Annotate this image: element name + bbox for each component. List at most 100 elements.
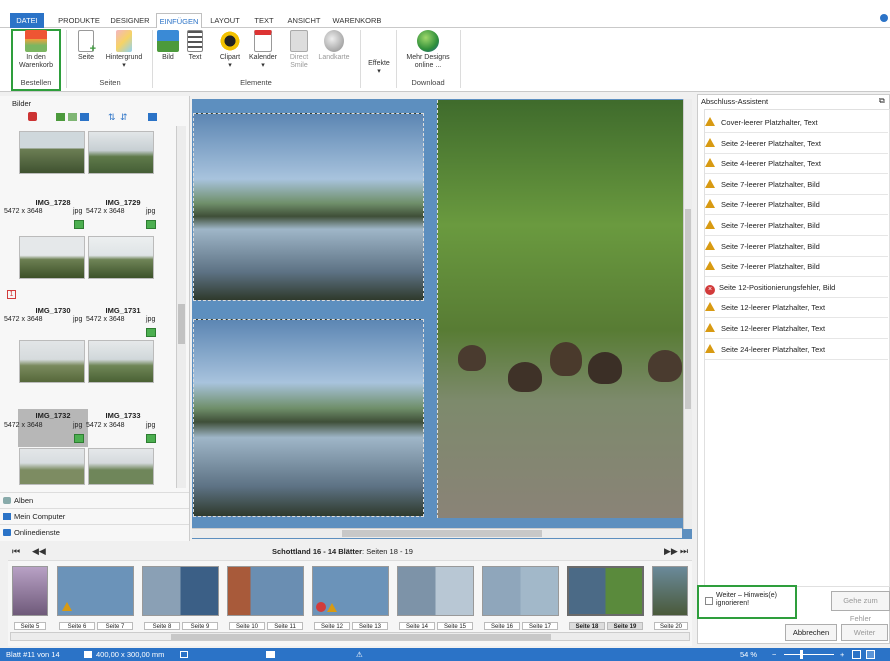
source-my-computer[interactable]: Mein Computer — [0, 508, 189, 524]
fit-page-icon[interactable] — [852, 650, 861, 659]
image-thumbnail[interactable] — [19, 448, 85, 485]
spread-thumbnail[interactable] — [482, 566, 559, 616]
display-icon[interactable] — [266, 651, 275, 658]
scrollbar-thumb[interactable] — [178, 304, 185, 344]
hint-item[interactable]: Seite 7-leerer Platzhalter, Bild — [705, 175, 888, 195]
thumbnail-scrollbar[interactable] — [176, 126, 186, 488]
spread-thumbnail[interactable] — [57, 566, 134, 616]
spread-thumbnail-active[interactable] — [567, 566, 644, 616]
calendar-button[interactable]: Kalender ▾ — [246, 30, 280, 70]
warning-icon — [705, 323, 715, 332]
hint-item[interactable]: Seite 24-leerer Platzhalter, Text — [705, 340, 888, 360]
hint-item[interactable]: Seite 7-leerer Platzhalter, Bild — [705, 195, 888, 216]
scrollbar-thumb[interactable] — [171, 634, 551, 640]
add-to-cart-button[interactable]: In den Warenkorb — [14, 30, 58, 70]
filmstrip-scrollbar[interactable] — [10, 632, 690, 641]
image-thumbnail[interactable] — [19, 236, 85, 279]
photo-frame-ducks[interactable] — [437, 100, 692, 518]
view-large-icon[interactable] — [56, 113, 65, 121]
zoom-slider-thumb[interactable] — [800, 650, 803, 659]
image-thumbnail[interactable] — [19, 131, 85, 174]
photo-frame-loch-top[interactable] — [193, 113, 424, 301]
insert-text-button[interactable]: Text — [182, 30, 208, 62]
image-thumbnail[interactable] — [88, 448, 154, 485]
group-view-icon[interactable] — [148, 113, 157, 121]
scrollbar-thumb[interactable] — [342, 530, 542, 537]
hint-item[interactable]: Seite 7-leerer Platzhalter, Bild — [705, 216, 888, 236]
spread-thumbnail[interactable] — [142, 566, 219, 616]
warning-status-icon[interactable]: ⚠ — [356, 648, 363, 661]
last-page-button[interactable]: ⏭ — [680, 546, 688, 557]
scrollbar-thumb[interactable] — [685, 209, 691, 409]
sort-desc-icon[interactable]: ⇵ — [120, 112, 128, 123]
clipart-button[interactable]: Clipart ▾ — [216, 30, 244, 70]
tab-designer[interactable]: DESIGNER — [108, 13, 152, 28]
next-button[interactable]: Weiter — [841, 624, 888, 641]
view-list-icon[interactable] — [80, 113, 89, 121]
hint-item[interactable]: Seite 7-leerer Platzhalter, Bild — [705, 237, 888, 257]
spread-thumbnail[interactable] — [227, 566, 304, 616]
format-icon — [84, 651, 92, 658]
hint-item[interactable]: × Seite 12-Positionierungsfehler, Bild — [705, 278, 888, 298]
tab-layout[interactable]: LAYOUT — [206, 13, 244, 28]
sort-asc-icon[interactable]: ⇅ — [108, 112, 116, 123]
spread-thumbnail[interactable] — [652, 566, 688, 616]
tab-text[interactable]: TEXT — [250, 13, 278, 28]
source-online[interactable]: Onlinedienste — [0, 524, 189, 540]
first-page-button[interactable]: ⏮ — [12, 546, 20, 557]
zoom-slider[interactable] — [784, 654, 834, 655]
tab-produkte[interactable]: PRODUKTE — [56, 13, 102, 28]
cancel-button[interactable]: Abbrechen — [785, 624, 837, 641]
tab-ansicht[interactable]: ANSICHT — [284, 13, 324, 28]
image-thumbnail[interactable] — [19, 340, 85, 383]
background-button[interactable]: Hintergrund ▾ — [100, 30, 148, 70]
hint-item[interactable]: Seite 12-leerer Platzhalter, Text — [705, 319, 888, 339]
add-page-button[interactable]: + Seite — [72, 30, 100, 62]
hint-item[interactable]: Seite 7-leerer Platzhalter, Bild — [705, 257, 888, 278]
canvas-horizontal-scrollbar[interactable] — [192, 528, 682, 538]
ignore-hints-checkbox[interactable] — [705, 597, 713, 605]
page-canvas[interactable] — [192, 99, 692, 539]
tab-einfuegen[interactable]: EINFÜGEN — [156, 13, 202, 29]
grid-icon[interactable] — [180, 651, 188, 658]
next-page-button[interactable]: ▶▶ — [664, 546, 678, 557]
direct-smile-button[interactable]: Direct Smile — [286, 30, 312, 70]
zoom-out-button[interactable]: − — [772, 648, 776, 661]
image-thumbnail[interactable] — [88, 236, 154, 279]
spread-thumbnail[interactable] — [397, 566, 474, 616]
hint-item[interactable]: Seite 2-leerer Platzhalter, Text — [705, 134, 888, 154]
import-icon[interactable] — [28, 112, 37, 121]
undock-icon[interactable]: ⧉ — [879, 96, 885, 106]
map-button[interactable]: Landkarte — [314, 30, 354, 62]
image-thumbnail[interactable] — [88, 131, 154, 174]
image-type: jpg — [146, 422, 156, 429]
group-bestellen: Bestellen — [20, 78, 52, 87]
warning-icon — [705, 158, 715, 168]
photo-frame-loch-bottom[interactable] — [193, 319, 424, 517]
canvas-vertical-scrollbar[interactable] — [683, 99, 692, 529]
image-size: 5472 x 3648 — [4, 208, 43, 215]
tab-warenkorb[interactable]: WARENKORB — [330, 13, 384, 28]
insert-image-button[interactable]: Bild — [156, 30, 180, 62]
prev-page-button[interactable]: ◀◀ — [32, 546, 46, 557]
tab-datei[interactable]: DATEI — [10, 13, 44, 28]
image-thumbnail[interactable] — [88, 340, 154, 383]
more-designs-button[interactable]: Mehr Designs online ... — [400, 30, 456, 70]
ribbon-tab-bar: DATEI PRODUKTE DESIGNER EINFÜGEN LAYOUT … — [0, 0, 890, 29]
goto-error-button[interactable]: Gehe zum Fehler — [831, 591, 890, 623]
spread-thumbnail[interactable] — [12, 566, 48, 616]
warning-icon — [705, 137, 715, 147]
source-albums[interactable]: Alben — [0, 492, 189, 508]
view-medium-icon[interactable] — [68, 113, 77, 121]
help-icon[interactable] — [880, 14, 888, 22]
spread-thumbnail[interactable] — [312, 566, 389, 616]
warning-icon — [62, 602, 72, 611]
effects-button[interactable]: Effekte ▾ — [364, 60, 394, 76]
hint-item[interactable]: Seite 12-leerer Platzhalter, Text — [705, 298, 888, 319]
hint-item[interactable]: Cover-leerer Platzhalter, Text — [705, 113, 888, 133]
actual-size-icon[interactable] — [866, 650, 875, 659]
hint-item[interactable]: Seite 4-leerer Platzhalter, Text — [705, 154, 888, 175]
used-status-icon — [146, 434, 156, 443]
warning-icon — [705, 199, 715, 209]
zoom-in-button[interactable]: + — [840, 648, 844, 661]
